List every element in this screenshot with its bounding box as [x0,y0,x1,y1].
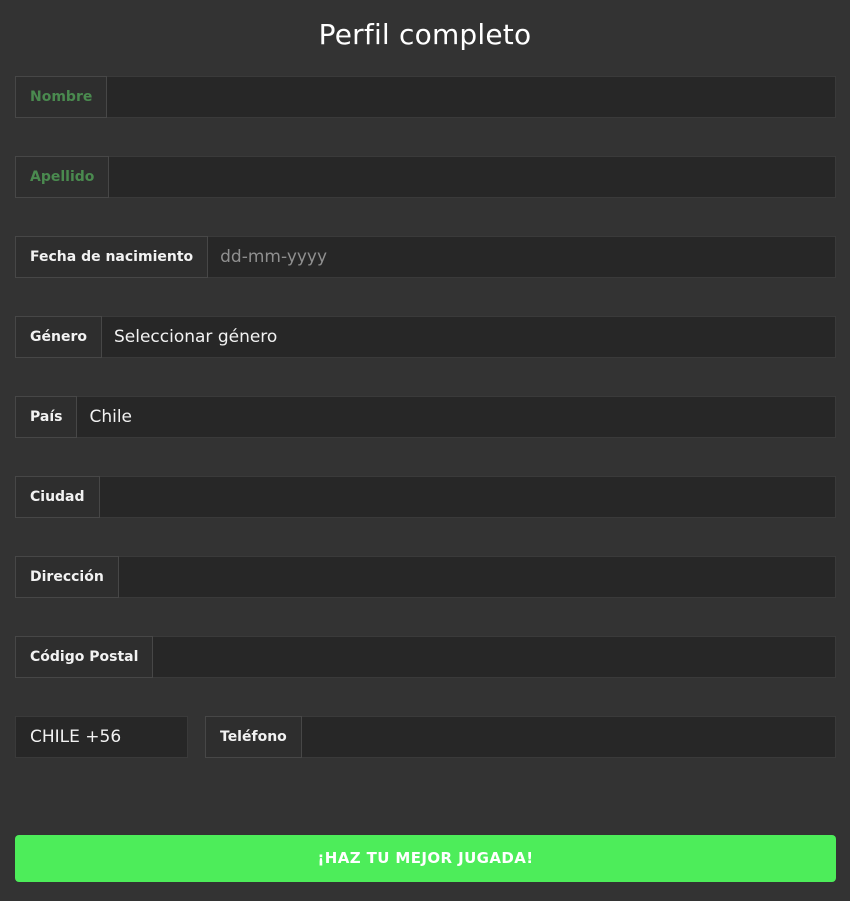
profile-form: Nombre Apellido Fecha de nacimiento dd-m… [15,76,836,796]
form-row-ciudad: Ciudad [15,476,836,518]
label-telefono: Teléfono [205,716,302,758]
form-row-codigo-postal: Código Postal [15,636,836,678]
input-nombre[interactable] [107,77,835,117]
form-row-pais: País Chile [15,396,836,438]
select-pais[interactable]: Chile [77,397,835,437]
form-row-telefono: CHILE +56 Teléfono [15,716,836,758]
form-row-fecha-de-nacimiento: Fecha de nacimiento dd-mm-yyyy [15,236,836,278]
input-apellido[interactable] [109,157,835,197]
input-fecha-de-nacimiento[interactable]: dd-mm-yyyy [208,237,835,277]
profile-form-page: Perfil completo Nombre Apellido Fecha de… [0,0,850,901]
label-fecha-de-nacimiento: Fecha de nacimiento [15,236,209,278]
input-direccion[interactable] [118,557,835,597]
page-title: Perfil completo [318,18,532,51]
form-row-direccion: Dirección [15,556,836,598]
label-direccion: Dirección [15,556,119,598]
phone-input-group: Teléfono [205,716,836,758]
form-row-genero: Género Seleccionar género [15,316,836,358]
input-codigo-postal[interactable] [153,637,835,677]
label-pais: País [15,396,78,438]
form-row-nombre: Nombre [15,76,836,118]
input-ciudad[interactable] [99,477,835,517]
submit-button[interactable]: ¡HAZ TU MEJOR JUGADA! [15,835,836,882]
label-ciudad: Ciudad [15,476,100,518]
select-genero[interactable]: Seleccionar género [101,317,835,357]
input-telefono[interactable] [301,717,835,757]
label-apellido: Apellido [15,156,110,198]
select-country-code[interactable]: CHILE +56 [15,716,188,758]
label-nombre: Nombre [15,76,108,118]
label-genero: Género [15,316,102,358]
form-row-apellido: Apellido [15,156,836,198]
submit-area: ¡HAZ TU MEJOR JUGADA! [15,835,836,882]
label-codigo-postal: Código Postal [15,636,154,678]
